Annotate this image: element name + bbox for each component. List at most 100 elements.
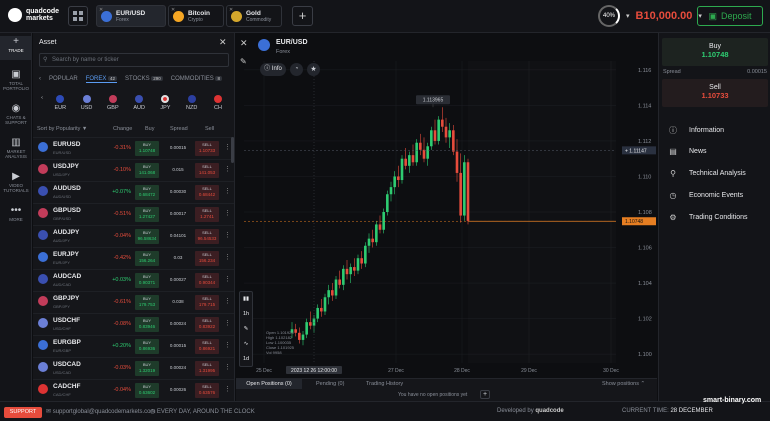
asset-row[interactable]: GBPUSD GBP/USD -0.51% BUY 1.27427 0.00017…	[33, 203, 234, 225]
candle-type-icon[interactable]: ▮▮	[240, 292, 252, 307]
row-buy-button[interactable]: BUY 141.068	[135, 163, 159, 178]
asset-row[interactable]: EURGBP EUR/GBP +0.20% BUY 0.86936 0.00015…	[33, 335, 234, 357]
currency-prev-icon[interactable]: ‹	[39, 95, 45, 111]
currency-nzd[interactable]: NZD	[181, 95, 203, 111]
asset-row[interactable]: EURUSD EUR/USD -0.31% BUY 1.10748 0.00015…	[33, 137, 234, 159]
logo[interactable]: quadcode markets	[8, 8, 59, 22]
tab-forex[interactable]: FOREX 42	[85, 76, 118, 83]
asset-row[interactable]: USDCAD USD/CAD -0.03% BUY 1.32019 0.00024…	[33, 357, 234, 379]
more-options-icon[interactable]: ⋮	[224, 385, 231, 393]
more-options-icon[interactable]: ⋮	[224, 253, 231, 261]
nav-market-analysis[interactable]: ▥ MARKET ANALYSIS	[0, 137, 32, 163]
grid-view-icon[interactable]	[68, 6, 88, 26]
row-sell-button[interactable]: SELL 1.2741	[195, 207, 219, 222]
row-buy-button[interactable]: BUY 179.753	[135, 295, 159, 310]
nav-portfolio[interactable]: ▣ TOTAL PORTFOLIO	[0, 69, 32, 95]
asset-row[interactable]: AUDCAD AUD/CAD +0.03% BUY 0.90371 0.00027…	[33, 269, 234, 291]
row-buy-button[interactable]: BUY 156.264	[135, 251, 159, 266]
support-button[interactable]: SUPPORT	[4, 407, 42, 418]
email-link[interactable]: ✉ supportglobal@quadcodemarkets.com	[46, 408, 156, 415]
row-buy-button[interactable]: BUY 1.10748	[135, 141, 159, 156]
menu-information[interactable]: ⓘ Information	[669, 125, 724, 136]
row-buy-button[interactable]: BUY 0.68472	[135, 185, 159, 200]
row-sell-button[interactable]: SELL 0.86921	[195, 339, 219, 354]
row-sell-button[interactable]: SELL 0.68442	[195, 185, 219, 200]
row-buy-button[interactable]: BUY 0.63602	[135, 383, 159, 398]
draw-tool-icon[interactable]: ✎	[240, 57, 247, 66]
buy-button[interactable]: Buy 1.10748	[662, 38, 768, 66]
tab-prev-icon[interactable]: ‹	[39, 76, 41, 83]
tab-trading-history[interactable]: Trading History	[366, 379, 403, 389]
row-sell-button[interactable]: SELL 0.90344	[195, 273, 219, 288]
close-tab-icon[interactable]: ✕	[229, 7, 233, 13]
deposit-button[interactable]: ▣ Deposit	[697, 6, 763, 26]
nav-trade[interactable]: + TRADE	[0, 36, 32, 60]
menu-news[interactable]: ▤ News	[669, 147, 706, 156]
row-buy-button[interactable]: BUY 0.86936	[135, 339, 159, 354]
row-buy-button[interactable]: BUY 1.27427	[135, 207, 159, 222]
asset-row[interactable]: GBPJPY GBP/JPY -0.61% BUY 179.753 0.038 S…	[33, 291, 234, 313]
more-options-icon[interactable]: ⋮	[224, 341, 231, 349]
asset-row[interactable]: USDCHF USD/CHF -0.08% BUY 0.83946 0.00024…	[33, 313, 234, 335]
tab-open-positions[interactable]: Open Positions (0)	[236, 379, 302, 389]
more-options-icon[interactable]: ⋮	[224, 165, 231, 173]
asset-row[interactable]: USDJPY USD/JPY -0.10% BUY 141.068 0.015 S…	[33, 159, 234, 181]
more-options-icon[interactable]: ⋮	[224, 363, 231, 371]
row-sell-button[interactable]: SELL 0.63576	[195, 383, 219, 398]
chevron-down-icon[interactable]: ▾	[626, 12, 630, 20]
close-icon[interactable]: ✕	[219, 37, 227, 48]
menu-economic-events[interactable]: ◷ Economic Events	[669, 191, 744, 200]
star-icon[interactable]: ★	[307, 63, 320, 76]
more-options-icon[interactable]: ⋮	[224, 143, 231, 151]
close-tab-icon[interactable]: ✕	[99, 7, 103, 13]
nav-more[interactable]: ••• MORE	[0, 205, 32, 227]
asset-row[interactable]: CADCHF CAD/CHF -0.04% BUY 0.63602 0.00026…	[33, 379, 234, 401]
search-input[interactable]: ⚲ Search by name or ticker	[39, 53, 229, 67]
add-position-button[interactable]: +	[480, 390, 490, 399]
more-options-icon[interactable]: ⋮	[224, 297, 231, 305]
row-sell-button[interactable]: SELL 141.053	[195, 163, 219, 178]
nav-video[interactable]: ▶ VIDEO TUTORIALS	[0, 171, 32, 197]
indicator-icon[interactable]: ∿	[240, 337, 252, 352]
row-sell-button[interactable]: SELL 156.234	[195, 251, 219, 266]
row-sell-button[interactable]: SELL 1.31995	[195, 361, 219, 376]
tab-bitcoin[interactable]: ✕ Bitcoin Crypto	[168, 5, 224, 27]
currency-chf[interactable]: CH	[207, 95, 229, 111]
row-buy-button[interactable]: BUY 1.32019	[135, 361, 159, 376]
row-sell-button[interactable]: SELL 96.54533	[195, 229, 219, 244]
currency-usd[interactable]: USD	[76, 95, 98, 111]
asset-row[interactable]: EURJPY EUR/JPY -0.42% BUY 156.264 0.03 SE…	[33, 247, 234, 269]
currency-jpy[interactable]: JPY	[154, 95, 176, 111]
close-chart-icon[interactable]: ✕	[240, 38, 248, 49]
bell-icon[interactable]: ◔	[290, 63, 303, 76]
currency-gbp[interactable]: GBP	[102, 95, 124, 111]
scrollbar[interactable]	[231, 137, 234, 163]
tab-popular[interactable]: POPULAR	[49, 76, 78, 83]
currency-aud[interactable]: AUD	[128, 95, 150, 111]
tab-stocks[interactable]: STOCKS 290	[125, 76, 163, 83]
row-sell-button[interactable]: SELL 0.83922	[195, 317, 219, 332]
asset-row[interactable]: AUDJPY AUD/JPY -0.04% BUY 96.58634 0.0410…	[33, 225, 234, 247]
add-tab-button[interactable]: +	[292, 6, 313, 26]
menu-technical-analysis[interactable]: ⚲ Technical Analysis	[669, 169, 746, 178]
row-buy-button[interactable]: BUY 0.90371	[135, 273, 159, 288]
tab-pending[interactable]: Pending (0)	[316, 379, 344, 389]
sell-button[interactable]: Sell 1.10733	[662, 79, 768, 107]
close-tab-icon[interactable]: ✕	[171, 7, 175, 13]
timeframe-1d[interactable]: 1d	[240, 352, 252, 367]
tab-commodities[interactable]: COMMODITIES 8	[171, 76, 222, 83]
asset-row[interactable]: AUDUSD AUD/USD +0.07% BUY 0.68472 0.00030…	[33, 181, 234, 203]
more-options-icon[interactable]: ⋮	[224, 275, 231, 283]
sort-dropdown[interactable]: Sort by Popularity ▼	[37, 126, 87, 132]
row-sell-button[interactable]: SELL 1.10733	[195, 141, 219, 156]
row-buy-button[interactable]: BUY 96.58634	[135, 229, 159, 244]
pencil-icon[interactable]: ✎	[240, 322, 252, 337]
timeframe-1h[interactable]: 1h	[240, 307, 252, 322]
menu-trading-conditions[interactable]: ⚙ Trading Conditions	[669, 213, 747, 222]
more-options-icon[interactable]: ⋮	[224, 209, 231, 217]
balance-area[interactable]: 40% ▾ B10,000.00 ▾	[598, 5, 702, 27]
more-options-icon[interactable]: ⋮	[224, 319, 231, 327]
more-options-icon[interactable]: ⋮	[224, 231, 231, 239]
currency-eur[interactable]: EUR	[49, 95, 71, 111]
row-buy-button[interactable]: BUY 0.83946	[135, 317, 159, 332]
